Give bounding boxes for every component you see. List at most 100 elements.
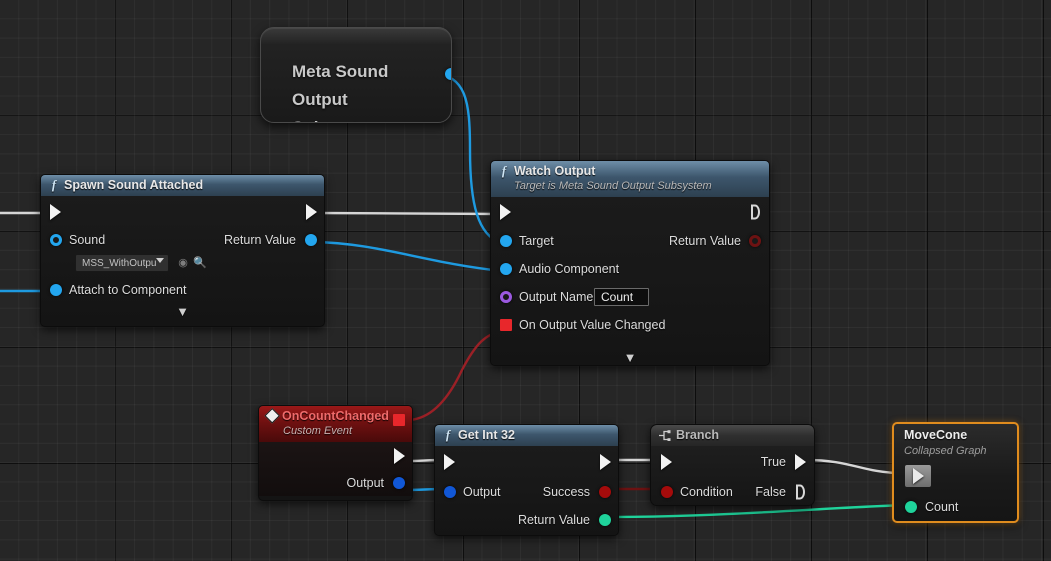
spawn-exec-out-pin[interactable]	[306, 204, 317, 220]
output-name-value: Count	[601, 290, 634, 304]
node-on-count-changed[interactable]: OnCountChanged Custom Event Output	[258, 405, 413, 501]
get-int-32-title: Get Int 32	[458, 428, 515, 442]
wire-returnvalue-to-count	[605, 503, 907, 519]
success-label: Success	[542, 485, 590, 499]
node-spawn-sound-attached[interactable]: f Spawn Sound Attached Sound Return Value…	[40, 174, 325, 327]
getint-output-label: Output	[463, 485, 501, 499]
watch-exec-in-pin[interactable]	[500, 204, 511, 220]
function-f-icon: f	[51, 178, 57, 192]
on-output-value-changed-pin[interactable]	[500, 319, 512, 331]
attach-to-component-pin[interactable]	[50, 284, 62, 296]
wire-delegate-oncountchanged	[406, 329, 503, 422]
spawn-expander-chevron-down-icon[interactable]: ▼	[176, 305, 189, 318]
watch-delegate-row: On Output Value Changed	[491, 311, 769, 339]
get-int-32-header: f Get Int 32	[435, 425, 618, 446]
wire-exec-spawn-to-watch	[310, 211, 503, 216]
sound-asset-dropdown[interactable]: MSS_WithOutpu	[75, 254, 169, 272]
getint-output-pin[interactable]	[444, 486, 456, 498]
spawn-attach-row: Attach to Component	[41, 276, 324, 304]
branch-true-pin[interactable]	[795, 453, 806, 470]
node-meta-sound-output-subsystem[interactable]: Meta Sound Output Subsystem	[260, 27, 452, 123]
wire-returnvalue-to-audiocomponent	[311, 240, 503, 273]
attach-to-component-label: Attach to Component	[69, 283, 187, 297]
spawn-exec-in-pin[interactable]	[50, 204, 61, 220]
branch-header: Branch	[651, 425, 814, 446]
target-label: Target	[519, 234, 554, 248]
branch-condition-row: Condition False	[651, 477, 814, 505]
function-f-icon: f	[445, 428, 451, 442]
getint-exec-row	[435, 446, 618, 478]
subsystem-output-pin[interactable]	[445, 68, 451, 80]
getint-return-value-pin[interactable]	[599, 514, 611, 526]
success-pin[interactable]	[599, 486, 611, 498]
watch-output-subtitle: Target is Meta Sound Output Subsystem	[514, 180, 712, 192]
event-delegate-pin[interactable]	[393, 414, 405, 426]
branch-body: True Condition False	[651, 446, 814, 505]
spawn-return-value-label: Return Value	[223, 233, 296, 247]
getint-output-row: Output Success	[435, 478, 618, 506]
target-pin[interactable]	[500, 235, 512, 247]
node-branch[interactable]: Branch True Condition False	[650, 424, 815, 506]
branch-true-label: True	[760, 454, 786, 469]
watch-expander-chevron-down-icon[interactable]: ▼	[624, 351, 637, 364]
on-count-changed-title: OnCountChanged	[282, 409, 389, 423]
output-name-input[interactable]: Count	[594, 288, 649, 306]
on-output-value-changed-label: On Output Value Changed	[519, 318, 666, 332]
sound-input-pin[interactable]	[50, 234, 62, 246]
blueprint-graph-canvas[interactable]: Meta Sound Output Subsystem f Spawn Sound…	[0, 0, 1051, 561]
event-output-label: Output	[346, 476, 384, 491]
event-output-pin[interactable]	[393, 477, 405, 490]
chevron-down-icon	[156, 258, 164, 263]
event-exec-row	[259, 442, 412, 470]
output-name-pin[interactable]	[500, 291, 512, 303]
watch-return-value-label: Return Value	[668, 234, 741, 248]
on-count-changed-subtitle: Custom Event	[283, 425, 353, 438]
output-name-label: Output Name	[519, 290, 594, 304]
sound-asset-value: MSS_WithOutpu	[82, 258, 157, 269]
search-icon[interactable]: 🔍	[193, 256, 207, 270]
get-int-32-body: Output Success Return Value	[435, 446, 618, 535]
watch-exec-out-pin[interactable]	[751, 204, 760, 220]
branch-title: Branch	[676, 428, 720, 442]
branch-icon	[658, 430, 671, 442]
watch-exec-row	[491, 197, 769, 227]
move-cone-title: MoveCone	[904, 428, 968, 442]
node-move-cone[interactable]: MoveCone Collapsed Graph Count	[892, 422, 1019, 523]
getint-return-value-label: Return Value	[517, 513, 590, 527]
branch-exec-row: True	[651, 446, 814, 477]
spawn-sound-row: Sound Return Value	[41, 228, 324, 252]
watch-output-title: Watch Output	[514, 164, 596, 178]
move-cone-count-label: Count	[925, 500, 959, 514]
move-cone-exec-in-box[interactable]	[905, 465, 931, 487]
move-cone-count-pin[interactable]	[905, 501, 917, 513]
subsystem-title: Meta Sound Output Subsystem	[292, 62, 389, 122]
browse-to-asset-icon[interactable]: ◉	[176, 256, 190, 270]
wire-exec-branch-true-to-movecone	[805, 458, 899, 475]
getint-exec-out-pin[interactable]	[600, 454, 611, 470]
on-count-changed-header: OnCountChanged Custom Event	[259, 406, 412, 443]
event-output-row: Output	[259, 470, 412, 496]
spawn-return-value-pin[interactable]	[305, 234, 317, 246]
branch-exec-in-pin[interactable]	[661, 453, 672, 470]
spawn-sound-asset-row: MSS_WithOutpu ◉ 🔍	[41, 252, 324, 276]
watch-target-row: Target Return Value	[491, 227, 769, 255]
watch-return-value-pin[interactable]	[749, 235, 761, 247]
condition-label: Condition	[680, 484, 733, 499]
getint-return-value-row: Return Value	[435, 506, 618, 534]
move-cone-subtitle: Collapsed Graph	[904, 445, 987, 457]
function-f-icon: f	[501, 164, 507, 178]
spawn-sound-attached-body: Sound Return Value MSS_WithOutpu ◉ 🔍 Att…	[41, 196, 324, 325]
watch-output-name-row: Output Name Count	[491, 283, 769, 311]
getint-exec-in-pin[interactable]	[444, 454, 455, 470]
node-watch-output[interactable]: f Watch Output Target is Meta Sound Outpu…	[490, 160, 770, 366]
move-cone-exec-in-pin[interactable]	[913, 468, 924, 484]
audio-component-pin[interactable]	[500, 263, 512, 275]
branch-false-label: False	[755, 484, 786, 499]
node-get-int-32[interactable]: f Get Int 32 Output Success Return Value	[434, 424, 619, 536]
event-exec-out-pin[interactable]	[394, 448, 405, 465]
spawn-sound-attached-title: Spawn Sound Attached	[64, 178, 204, 192]
branch-false-pin[interactable]	[796, 484, 805, 499]
watch-output-body: Target Return Value Audio Component Outp…	[491, 197, 769, 365]
condition-pin[interactable]	[661, 485, 673, 498]
spawn-exec-row	[41, 196, 324, 228]
